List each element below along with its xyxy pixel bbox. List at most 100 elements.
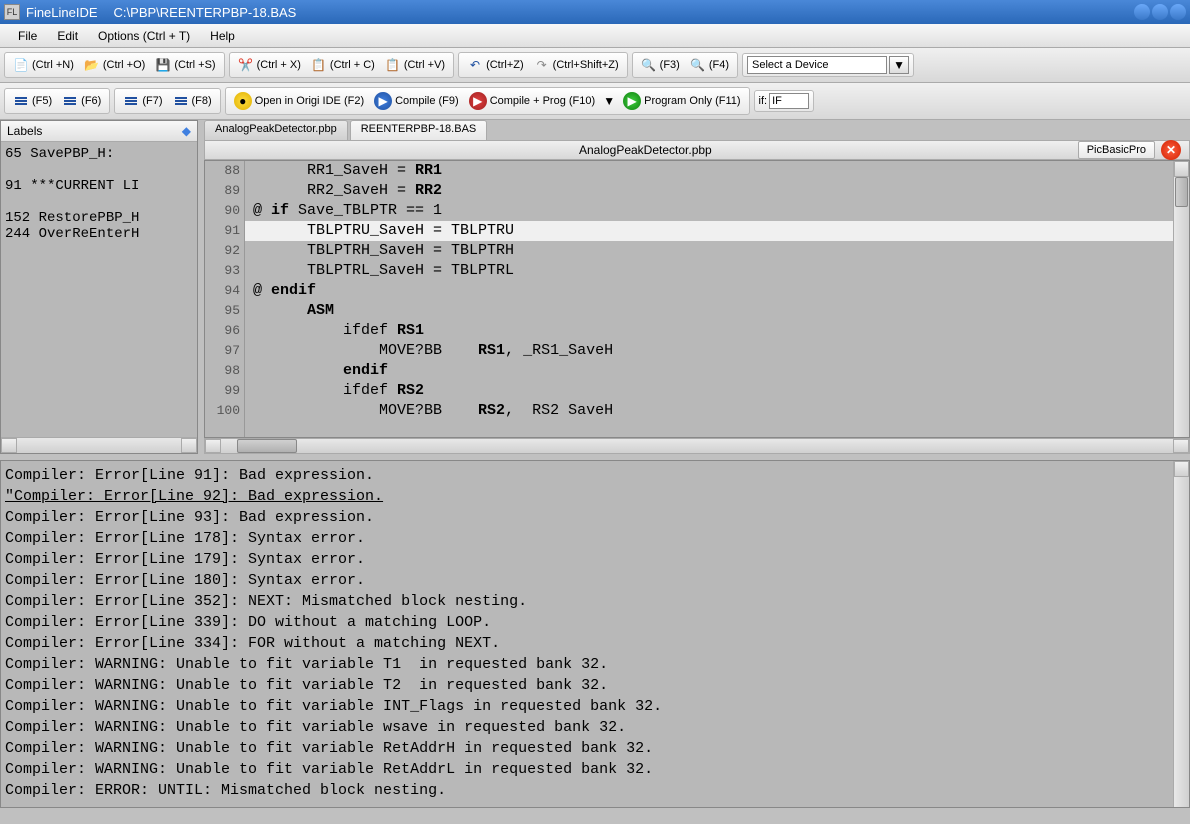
output-panel[interactable]: Compiler: Error[Line 91]: Bad expression… [0,460,1190,808]
paste-button[interactable]: 📋(Ctrl +V) [381,55,449,75]
search-icon: 🔍 [641,57,657,73]
save-file-button[interactable]: 💾(Ctrl +S) [151,55,219,75]
scroll-right-button[interactable] [1173,439,1189,453]
find-next-button[interactable]: 🔍(F4) [686,55,733,75]
sidebar-line[interactable] [5,194,193,210]
if-label: if: [759,95,768,107]
menu-help[interactable]: Help [200,25,245,47]
output-line[interactable]: Compiler: WARNING: Unable to fit variabl… [5,654,1185,675]
output-line[interactable]: Compiler: WARNING: Unable to fit variabl… [5,675,1185,696]
new-file-button[interactable]: 📄(Ctrl +N) [9,55,78,75]
step-icon [13,93,29,109]
paste-label: (Ctrl +V) [404,59,445,71]
scroll-thumb[interactable] [1175,177,1188,207]
undo-button[interactable]: ↶(Ctrl+Z) [463,55,528,75]
folder-open-icon: 📂 [84,57,100,73]
code-line[interactable]: @ if Save_TBLPTR == 1 [245,201,1173,221]
program-only-button[interactable]: ▶Program Only (F11) [619,90,744,112]
redo-icon: ↷ [534,57,550,73]
cut-button[interactable]: ✂️(Ctrl + X) [234,55,305,75]
menubar: File Edit Options (Ctrl + T) Help [0,24,1190,48]
if-input[interactable] [769,93,809,109]
code-line[interactable]: ASM [245,301,1173,321]
output-line[interactable]: Compiler: Error[Line 91]: Bad expression… [5,465,1185,486]
line-number: 100 [205,401,240,421]
sidebar-line[interactable]: 244 OverReEnterH [5,226,193,242]
output-line[interactable]: Compiler: Error[Line 179]: Syntax error. [5,549,1185,570]
code-line[interactable]: TBLPTRL_SaveH = TBLPTRL [245,261,1173,281]
step-f7-button[interactable]: (F7) [119,91,166,111]
editor-language[interactable]: PicBasicPro [1078,141,1155,159]
output-line[interactable]: Compiler: Error[Line 352]: NEXT: Mismatc… [5,591,1185,612]
output-line[interactable]: Compiler: WARNING: Unable to fit variabl… [5,696,1185,717]
code-line[interactable]: TBLPTRU_SaveH = TBLPTRU [245,221,1173,241]
code-line[interactable]: RR1_SaveH = RR1 [245,161,1173,181]
sidebar-content[interactable]: 65 SavePBP_H: 91 ***CURRENT LI 152 Resto… [1,142,197,437]
scroll-up-button[interactable] [1174,461,1189,477]
tab[interactable]: REENTERPBP-18.BAS [350,120,488,140]
close-tab-button[interactable]: ✕ [1161,140,1181,160]
f8-label: (F8) [192,95,212,107]
output-vscroll[interactable] [1173,461,1189,807]
device-select[interactable] [747,56,887,74]
device-dropdown-arrow[interactable]: ▼ [889,56,909,74]
editor-vscroll[interactable] [1173,161,1189,437]
code-line[interactable]: @ endif [245,281,1173,301]
sidebar-header[interactable]: Labels ◆ [1,121,197,142]
hscroll-thumb[interactable] [237,439,297,453]
code-line[interactable]: endif [245,361,1173,381]
dropdown-small-icon[interactable]: ▼ [601,93,617,109]
line-number: 91 [205,221,240,241]
output-line[interactable]: Compiler: WARNING: Unable to fit variabl… [5,738,1185,759]
tab[interactable]: AnalogPeakDetector.pbp [204,120,348,140]
menu-edit[interactable]: Edit [47,25,88,47]
sidebar-line[interactable] [5,162,193,178]
scroll-right-button[interactable] [181,438,197,453]
step-f8-button[interactable]: (F8) [169,91,216,111]
play-blue-icon: ▶ [374,92,392,110]
menu-file[interactable]: File [8,25,47,47]
output-line[interactable]: Compiler: WARNING: Unable to fit variabl… [5,717,1185,738]
output-line[interactable]: "Compiler: Error[Line 92]: Bad expressio… [5,486,1185,507]
sidebar-hscroll[interactable] [1,437,197,453]
code-line[interactable]: RR2_SaveH = RR2 [245,181,1173,201]
code-line[interactable]: ifdef RS1 [245,321,1173,341]
scroll-left-button[interactable] [205,439,221,453]
maximize-button[interactable] [1152,4,1168,20]
output-line[interactable]: Compiler: Error[Line 339]: DO without a … [5,612,1185,633]
code-line[interactable]: MOVE?BB RS2, RS2 SaveH [245,401,1173,421]
open-file-button[interactable]: 📂(Ctrl +O) [80,55,149,75]
sidebar-line[interactable]: 152 RestorePBP_H [5,210,193,226]
code-line[interactable]: ifdef RS2 [245,381,1173,401]
code-line[interactable]: MOVE?BB RS1, _RS1_SaveH [245,341,1173,361]
output-line[interactable]: Compiler: Error[Line 93]: Bad expression… [5,507,1185,528]
output-line[interactable]: Compiler: Error[Line 180]: Syntax error. [5,570,1185,591]
copy-button[interactable]: 📋(Ctrl + C) [307,55,379,75]
step-f6-button[interactable]: (F6) [58,91,105,111]
output-line[interactable]: Compiler: Error[Line 334]: FOR without a… [5,633,1185,654]
scroll-up-button[interactable] [1174,161,1189,177]
redo-button[interactable]: ↷(Ctrl+Shift+Z) [530,55,623,75]
editor-hscroll[interactable] [204,438,1190,454]
compile-prog-button[interactable]: ▶Compile + Prog (F10) [465,90,599,112]
open-orig-ide-button[interactable]: ●Open in Origi IDE (F2) [230,90,368,112]
find-button[interactable]: 🔍(F3) [637,55,684,75]
tabs: AnalogPeakDetector.pbpREENTERPBP-18.BAS [204,120,1190,140]
line-number: 88 [205,161,240,181]
menu-options[interactable]: Options (Ctrl + T) [88,25,200,47]
minimize-button[interactable] [1134,4,1150,20]
output-line[interactable]: Compiler: ERROR: UNTIL: Mismatched block… [5,780,1185,801]
close-button[interactable] [1170,4,1186,20]
app-name: FineLineIDE [26,5,98,20]
code-line[interactable]: TBLPTRH_SaveH = TBLPTRH [245,241,1173,261]
step-f5-button[interactable]: (F5) [9,91,56,111]
editor-title: AnalogPeakDetector.pbp [213,143,1078,157]
code-area[interactable]: RR1_SaveH = RR1 RR2_SaveH = RR2@ if Save… [245,161,1173,437]
output-line[interactable]: Compiler: Error[Line 178]: Syntax error. [5,528,1185,549]
sidebar-line[interactable]: 91 ***CURRENT LI [5,178,193,194]
main-area: Labels ◆ 65 SavePBP_H: 91 ***CURRENT LI … [0,120,1190,454]
sidebar-line[interactable]: 65 SavePBP_H: [5,146,193,162]
output-line[interactable]: Compiler: WARNING: Unable to fit variabl… [5,759,1185,780]
compile-button[interactable]: ▶Compile (F9) [370,90,463,112]
scroll-left-button[interactable] [1,438,17,453]
